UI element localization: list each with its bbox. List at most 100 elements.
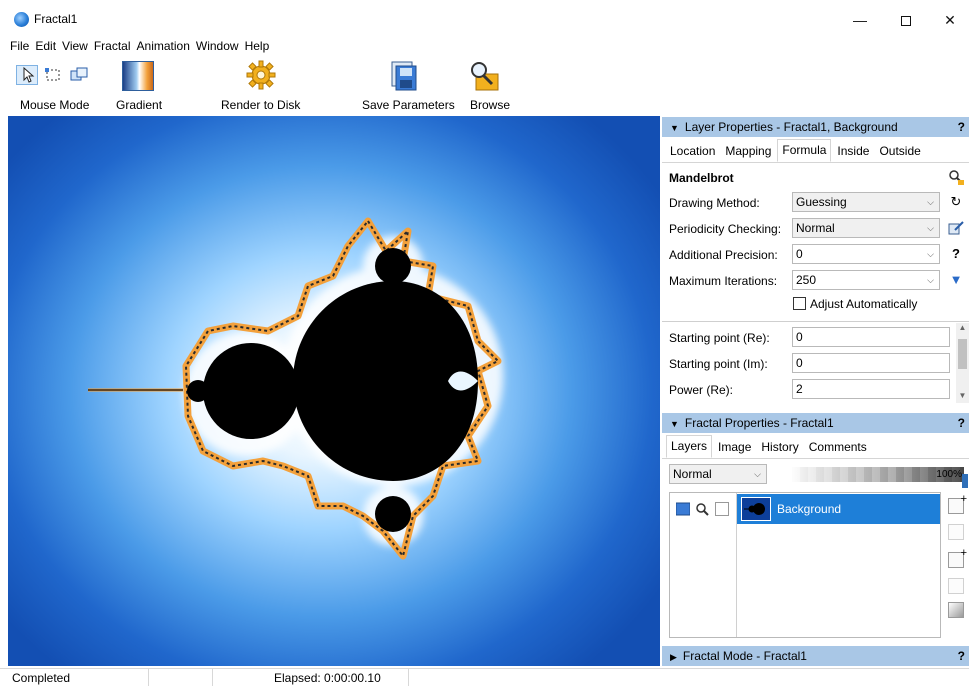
adjust-automatically-label[interactable]: Adjust Automatically [810,297,917,311]
formula-browse-icon[interactable] [948,169,964,185]
tab-image[interactable]: Image [714,435,755,458]
help-question-icon[interactable]: ? [948,246,964,262]
title-bar: Fractal1 — ✕ [0,0,969,38]
render-to-disk-button[interactable]: Render to Disk [221,98,300,112]
scroll-up-icon[interactable]: ▲ [956,323,969,335]
chevron-down-icon: ⌵ [754,469,761,479]
periodicity-checking-label: Periodicity Checking: [669,222,782,236]
menu-file[interactable]: File [10,38,29,56]
scrollbar-thumb[interactable] [958,339,967,369]
starting-point-im-label: Starting point (Im): [669,357,768,371]
power-re-input[interactable]: 2 [792,379,950,399]
additional-precision-value: 0 [796,247,803,261]
fractal-properties-header[interactable]: ▼ Fractal Properties - Fractal1 ? [662,413,969,433]
layer-properties-header[interactable]: ▼ Layer Properties - Fractal1, Background… [662,117,969,137]
save-parameters-icon[interactable] [388,60,420,92]
expand-triangle-icon[interactable]: ▼ [948,272,964,288]
additional-precision-input[interactable]: 0 ⌵ [792,244,940,264]
layer-visible-icon[interactable] [676,502,690,516]
tab-inside[interactable]: Inside [833,139,873,162]
remove-layer-button[interactable] [948,524,964,540]
drawing-method-label: Drawing Method: [669,196,760,210]
tab-layers[interactable]: Layers [666,435,713,458]
maximum-iterations-label: Maximum Iterations: [669,274,778,288]
tab-location[interactable]: Location [666,139,719,162]
power-re-label: Power (Re): [669,383,734,397]
status-separator [148,669,149,686]
tab-comments[interactable]: Comments [805,435,871,458]
menu-animation[interactable]: Animation [137,38,190,56]
parameters-scrollbar[interactable]: ▲ ▼ [956,323,969,403]
gradient-icon[interactable] [122,61,154,91]
chevron-down-icon: ⌵ [927,197,934,207]
elapsed-time: Elapsed: 0:00:00.10 [274,671,381,685]
chevron-down-icon: ⌵ [927,249,934,259]
layer-lock-checkbox[interactable] [715,502,729,516]
menu-bar: File Edit View Fractal Animation Window … [0,38,969,56]
fractal-properties-title: Fractal Properties - Fractal1 [684,416,834,430]
gear-icon[interactable] [246,60,276,90]
status-separator [212,669,213,686]
select-mode-button[interactable] [16,65,38,85]
save-parameters-button[interactable]: Save Parameters [362,98,455,112]
layer-zoom-icon[interactable] [695,502,709,516]
app-icon [14,12,29,27]
maximize-button[interactable] [884,6,928,34]
divider [662,321,969,322]
help-icon[interactable]: ? [958,117,965,137]
merge-layer-button[interactable] [948,578,964,594]
help-icon[interactable]: ? [958,646,965,666]
close-button[interactable]: ✕ [928,6,969,34]
starting-point-re-input[interactable]: 0 [792,327,950,347]
tab-history[interactable]: History [757,435,802,458]
browse-button[interactable]: Browse [470,98,510,112]
box-select-mode-button[interactable] [42,65,64,85]
collapse-triangle-icon: ▼ [670,123,679,133]
menu-view[interactable]: View [62,38,88,56]
blend-mode-select[interactable]: Normal ⌵ [669,464,767,484]
layer-row[interactable]: Background [737,494,940,524]
maximum-iterations-value: 250 [796,273,817,287]
browse-icon[interactable] [468,60,500,92]
tab-outside[interactable]: Outside [875,139,924,162]
toolbar: Mouse Mode Gradient Render to Disk Save … [0,56,969,114]
edit-formula-icon[interactable] [948,220,964,236]
tab-mapping[interactable]: Mapping [721,139,775,162]
add-mask-button[interactable]: + [948,547,967,568]
menu-edit[interactable]: Edit [35,38,56,56]
gradient-button[interactable]: Gradient [116,98,162,112]
scroll-down-icon[interactable]: ▼ [956,391,969,403]
layer-list[interactable]: Background [669,492,941,638]
additional-precision-label: Additional Precision: [669,248,778,262]
drawing-method-value: Guessing [796,195,847,209]
layer-thumbnail [741,497,771,521]
pointer-icon [23,66,35,83]
selection-box-icon [45,68,60,81]
layer-properties-tabs: Location Mapping Formula Inside Outside [662,139,969,163]
fractal-mode-header[interactable]: ▶ Fractal Mode - Fractal1 ? [662,646,969,666]
fractal-mode-title: Fractal Mode - Fractal1 [682,649,807,663]
starting-point-im-input[interactable]: 0 [792,353,950,373]
periodicity-checking-select[interactable]: Normal ⌵ [792,218,940,238]
minimize-button[interactable]: — [838,6,882,34]
layer-gradient-button[interactable] [948,602,964,618]
formula-name: Mandelbrot [669,171,734,185]
tab-formula[interactable]: Formula [777,139,832,162]
layer-properties-title: Layer Properties - Fractal1, Background [684,120,898,134]
layers-pane: Normal ⌵ 100% Background + + [662,460,969,645]
opacity-slider-handle[interactable] [962,474,968,488]
menu-help[interactable]: Help [245,38,270,56]
window-mode-button[interactable] [68,65,90,85]
reset-icon[interactable]: ↻ [948,194,964,210]
maximum-iterations-input[interactable]: 250 ⌵ [792,270,940,290]
adjust-automatically-checkbox[interactable] [793,297,806,310]
windows-icon [70,67,88,81]
fractal-canvas[interactable] [8,116,660,666]
menu-fractal[interactable]: Fractal [94,38,131,56]
opacity-slider[interactable]: 100% [792,467,964,482]
drawing-method-select[interactable]: Guessing ⌵ [792,192,940,212]
fractal-properties-tabs: Layers Image History Comments [662,435,969,459]
menu-window[interactable]: Window [196,38,239,56]
add-layer-button[interactable]: + [948,493,967,514]
help-icon[interactable]: ? [958,413,965,433]
